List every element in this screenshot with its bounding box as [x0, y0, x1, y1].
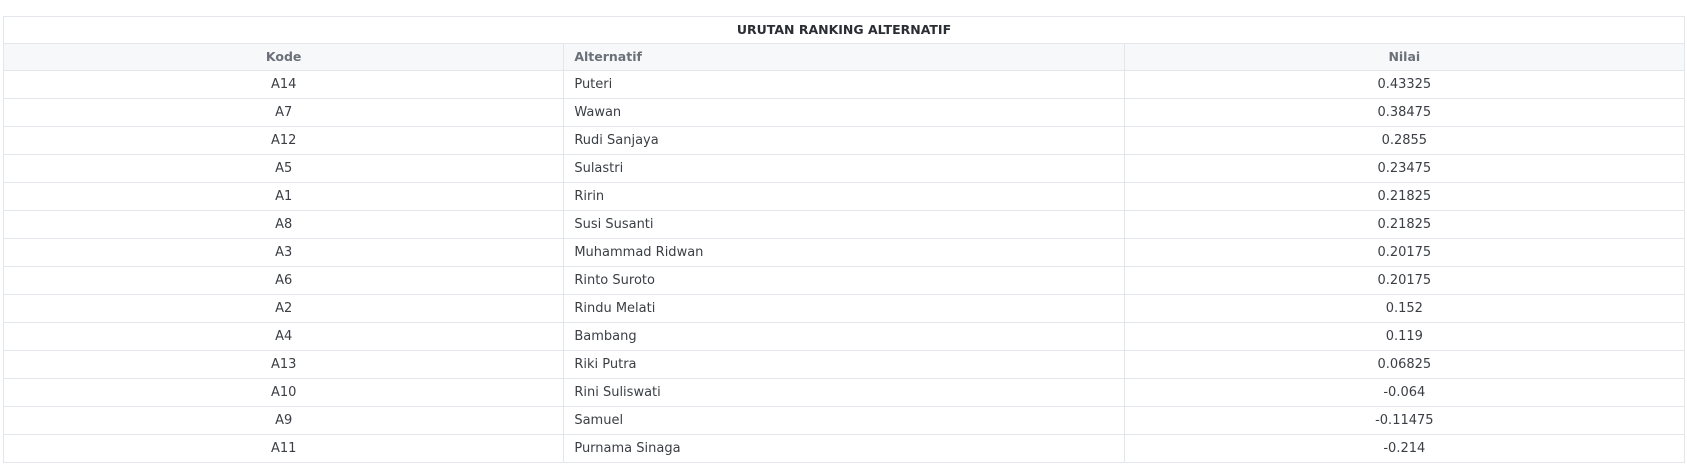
table-body: A14 Puteri 0.43325 A7 Wawan 0.38475 A12 …	[2, 70, 1686, 463]
cell-alternatif: Rinto Suroto	[563, 266, 1125, 295]
table-caption: URUTAN RANKING ALTERNATIF	[3, 16, 1685, 44]
cell-nilai: 0.23475	[1123, 154, 1686, 183]
cell-alternatif: Rini Suliswati	[563, 378, 1125, 407]
table-row: A6 Rinto Suroto 0.20175	[2, 266, 1686, 295]
cell-kode: A10	[2, 378, 565, 407]
table-header-row: Kode Alternatif Nilai	[2, 43, 1686, 71]
cell-alternatif: Sulastri	[563, 154, 1125, 183]
cell-alternatif: Puteri	[563, 70, 1125, 99]
table-row: A11 Purnama Sinaga -0.214	[2, 434, 1686, 463]
cell-kode: A5	[2, 154, 565, 183]
table-row: A12 Rudi Sanjaya 0.2855	[2, 126, 1686, 155]
table-row: A9 Samuel -0.11475	[2, 406, 1686, 435]
cell-nilai: 0.152	[1123, 294, 1686, 323]
cell-nilai: -0.11475	[1123, 406, 1686, 435]
cell-nilai: 0.119	[1123, 322, 1686, 351]
table-row: A4 Bambang 0.119	[2, 322, 1686, 351]
cell-nilai: 0.2855	[1123, 126, 1686, 155]
header-alternatif: Alternatif	[563, 43, 1125, 71]
cell-nilai: -0.214	[1123, 434, 1686, 463]
cell-alternatif: Rindu Melati	[563, 294, 1125, 323]
cell-nilai: 0.21825	[1123, 182, 1686, 211]
table-row: A3 Muhammad Ridwan 0.20175	[2, 238, 1686, 267]
cell-kode: A9	[2, 406, 565, 435]
cell-kode: A14	[2, 70, 565, 99]
table-row: A13 Riki Putra 0.06825	[2, 350, 1686, 379]
ranking-table-container: URUTAN RANKING ALTERNATIF Kode Alternati…	[2, 16, 1686, 463]
table-caption-row: URUTAN RANKING ALTERNATIF	[3, 16, 1685, 44]
table-row: A1 Ririn 0.21825	[2, 182, 1686, 211]
ranking-table: URUTAN RANKING ALTERNATIF Kode Alternati…	[2, 16, 1686, 463]
cell-alternatif: Purnama Sinaga	[563, 434, 1125, 463]
cell-nilai: 0.20175	[1123, 266, 1686, 295]
cell-kode: A4	[2, 322, 565, 351]
cell-kode: A1	[2, 182, 565, 211]
cell-kode: A11	[2, 434, 565, 463]
table-row: A2 Rindu Melati 0.152	[2, 294, 1686, 323]
cell-nilai: 0.20175	[1123, 238, 1686, 267]
cell-kode: A6	[2, 266, 565, 295]
cell-alternatif: Riki Putra	[563, 350, 1125, 379]
cell-kode: A12	[2, 126, 565, 155]
cell-alternatif: Rudi Sanjaya	[563, 126, 1125, 155]
cell-alternatif: Bambang	[563, 322, 1125, 351]
cell-alternatif: Wawan	[563, 98, 1125, 127]
cell-nilai: 0.38475	[1123, 98, 1686, 127]
table-row: A8 Susi Susanti 0.21825	[2, 210, 1686, 239]
cell-kode: A2	[2, 294, 565, 323]
cell-kode: A7	[2, 98, 565, 127]
cell-nilai: 0.43325	[1123, 70, 1686, 99]
table-row: A14 Puteri 0.43325	[2, 70, 1686, 99]
cell-alternatif: Samuel	[563, 406, 1125, 435]
header-kode: Kode	[2, 43, 565, 71]
cell-kode: A13	[2, 350, 565, 379]
table-row: A7 Wawan 0.38475	[2, 98, 1686, 127]
cell-kode: A8	[2, 210, 565, 239]
cell-alternatif: Susi Susanti	[563, 210, 1125, 239]
table-row: A5 Sulastri 0.23475	[2, 154, 1686, 183]
header-nilai: Nilai	[1123, 43, 1686, 71]
cell-nilai: -0.064	[1123, 378, 1686, 407]
cell-nilai: 0.21825	[1123, 210, 1686, 239]
cell-alternatif: Ririn	[563, 182, 1125, 211]
cell-alternatif: Muhammad Ridwan	[563, 238, 1125, 267]
cell-nilai: 0.06825	[1123, 350, 1686, 379]
cell-kode: A3	[2, 238, 565, 267]
table-row: A10 Rini Suliswati -0.064	[2, 378, 1686, 407]
